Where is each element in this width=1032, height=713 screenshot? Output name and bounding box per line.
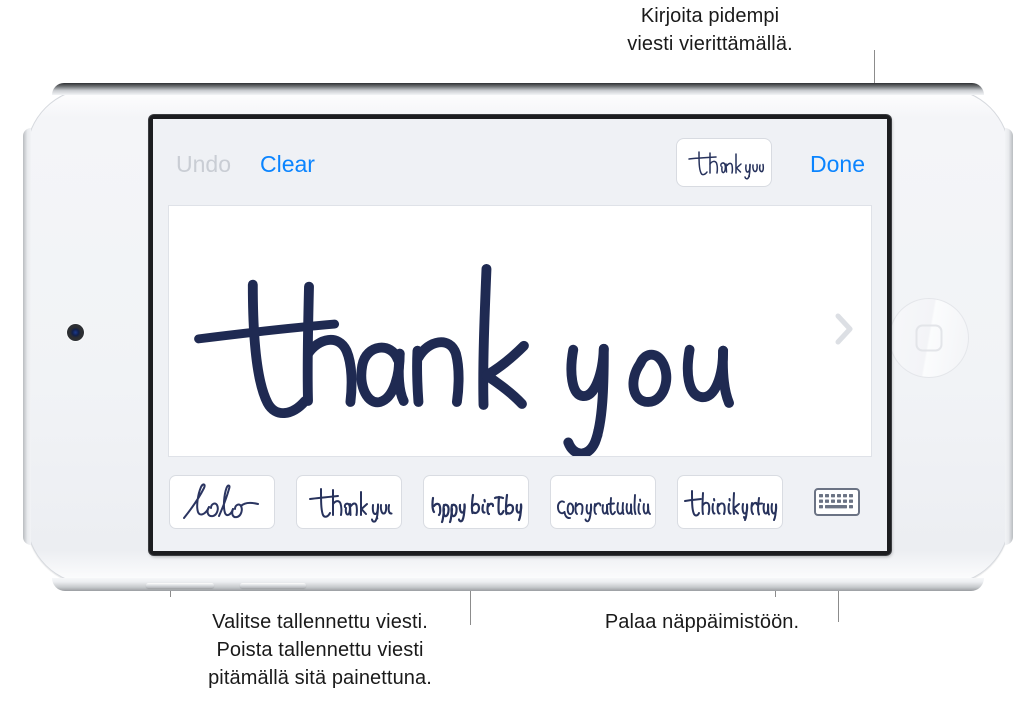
device-frame: Undo Clear Done: [23, 83, 1013, 591]
callout-saved-messages: Valitse tallennettu viesti. Poista talle…: [208, 611, 432, 689]
volume-up-button[interactable]: [146, 583, 214, 588]
saved-message-handwriting-icon: [557, 494, 651, 523]
saved-message-hello[interactable]: [169, 475, 275, 529]
device-rim-right: [1005, 128, 1013, 545]
home-square-icon: [916, 325, 943, 352]
home-button[interactable]: [889, 298, 969, 378]
device-rim-top: [52, 83, 984, 95]
front-camera-icon: [67, 324, 84, 341]
keyboard-icon: [814, 488, 860, 516]
handwriting-canvas[interactable]: [168, 205, 872, 457]
done-button[interactable]: Done: [810, 151, 865, 178]
saved-message-handwriting-icon: [431, 493, 523, 524]
clear-button[interactable]: Clear: [260, 151, 315, 178]
keyboard-button[interactable]: [814, 487, 860, 517]
saved-message-congratulations[interactable]: [550, 475, 656, 529]
device-rim-left: [23, 128, 31, 545]
volume-down-button[interactable]: [240, 583, 306, 588]
preview-thumbnail[interactable]: [676, 138, 772, 187]
undo-button[interactable]: Undo: [176, 151, 231, 178]
saved-message-handwriting-icon: [183, 483, 259, 519]
saved-messages-strip: [153, 463, 887, 549]
saved-message-handwriting-icon: [309, 488, 393, 523]
callout-keyboard: Palaa näppäimistöön.: [604, 611, 800, 633]
chevron-right-icon[interactable]: [833, 312, 855, 346]
preview-thumbnail-handwriting-icon: [688, 151, 765, 180]
callout-scroll-hint: Kirjoita pidempi viesti vierittämällä.: [627, 5, 793, 55]
handwriting-ink: [194, 263, 734, 456]
screen: Undo Clear Done: [153, 119, 887, 551]
saved-message-thank-you[interactable]: [296, 475, 402, 529]
screen-bezel: Undo Clear Done: [149, 115, 891, 555]
saved-message-happy-birthday[interactable]: [423, 475, 529, 529]
saved-message-handwriting-icon: [684, 490, 778, 521]
toolbar: Undo Clear Done: [153, 119, 887, 205]
saved-message-thinking-of-you[interactable]: [677, 475, 783, 529]
